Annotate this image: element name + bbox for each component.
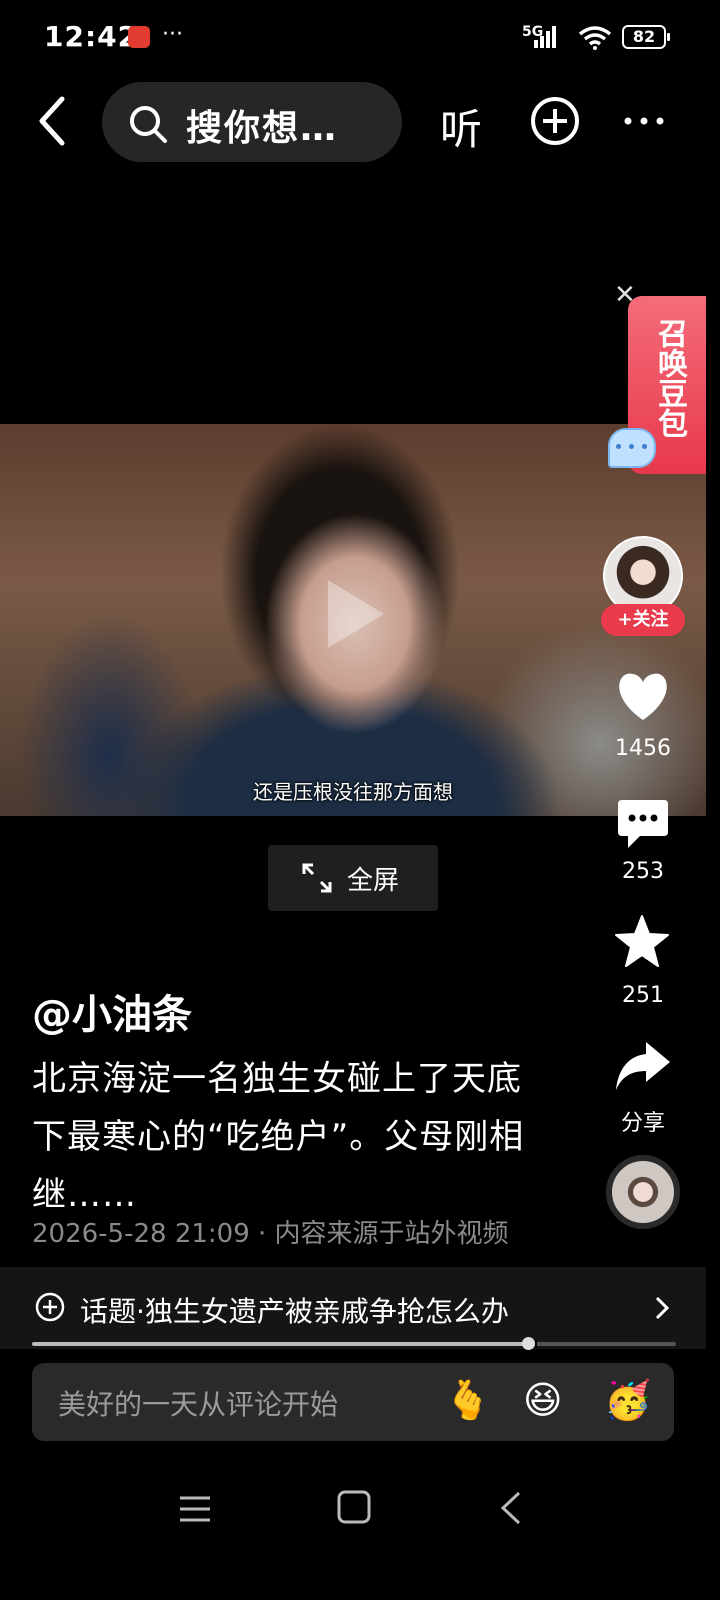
search-placeholder[interactable]: 搜你想… xyxy=(186,99,338,151)
music-disc[interactable] xyxy=(606,1155,680,1229)
signal-icon xyxy=(534,26,556,48)
post-description[interactable]: 北京海淀一名独生女碰上了天底下最寒心的“吃绝户”。父母刚相继…… xyxy=(32,1050,552,1224)
more-options-icon[interactable] xyxy=(622,96,666,146)
progress-gap xyxy=(535,1340,537,1348)
status-bar: 12:42 ··· 5G 82 xyxy=(0,0,720,70)
add-icon[interactable] xyxy=(530,96,580,146)
doubao-label[interactable]: 召唤豆包 xyxy=(648,318,688,438)
menu-icon[interactable] xyxy=(178,1494,212,1524)
favorite-count: 251 xyxy=(622,983,664,1008)
emoji-heart-hands[interactable]: 🫰 xyxy=(444,1378,491,1423)
fullscreen-label[interactable]: 全屏 xyxy=(347,860,399,897)
video-progress-fill xyxy=(32,1342,528,1346)
emoji-party[interactable]: 🥳 xyxy=(604,1378,651,1423)
chevron-right-icon xyxy=(655,1296,670,1320)
share-icon[interactable] xyxy=(614,1040,672,1092)
topic-text[interactable]: 话题·独生女遗产被亲戚争抢怎么办 xyxy=(80,1290,509,1330)
follow-button[interactable]: +关注 xyxy=(601,604,685,636)
like-count: 1456 xyxy=(615,736,671,761)
wifi-icon xyxy=(578,26,612,50)
app-notification-icon xyxy=(128,26,150,48)
heart-icon[interactable] xyxy=(616,672,670,722)
back-arrow-icon[interactable] xyxy=(36,96,68,146)
play-icon[interactable] xyxy=(320,574,390,654)
video-subtitle: 还是压根没往那方面想 xyxy=(253,780,453,804)
comment-icon[interactable] xyxy=(616,798,670,850)
chat-bubble-icon xyxy=(608,428,656,468)
emoji-laughing[interactable]: 😆 xyxy=(523,1378,563,1422)
battery-indicator: 82 xyxy=(622,25,670,49)
post-meta: 2026-5-28 21:09 · 内容来源于站外视频 xyxy=(32,1219,509,1249)
nav-back-icon[interactable] xyxy=(498,1490,524,1526)
star-icon[interactable] xyxy=(614,914,670,970)
progress-handle[interactable] xyxy=(522,1337,535,1350)
status-more-icon: ··· xyxy=(162,22,183,47)
author-name[interactable]: @小油条 xyxy=(32,982,192,1040)
listen-button[interactable]: 听 xyxy=(440,96,482,157)
comment-placeholder[interactable]: 美好的一天从评论开始 xyxy=(58,1383,338,1423)
add-circle-icon xyxy=(35,1292,65,1322)
status-time: 12:42 xyxy=(44,20,139,53)
share-label[interactable]: 分享 xyxy=(598,1105,688,1137)
search-icon xyxy=(130,106,167,143)
home-icon[interactable] xyxy=(337,1490,371,1524)
expand-icon xyxy=(302,863,332,893)
comment-count: 253 xyxy=(622,859,664,884)
